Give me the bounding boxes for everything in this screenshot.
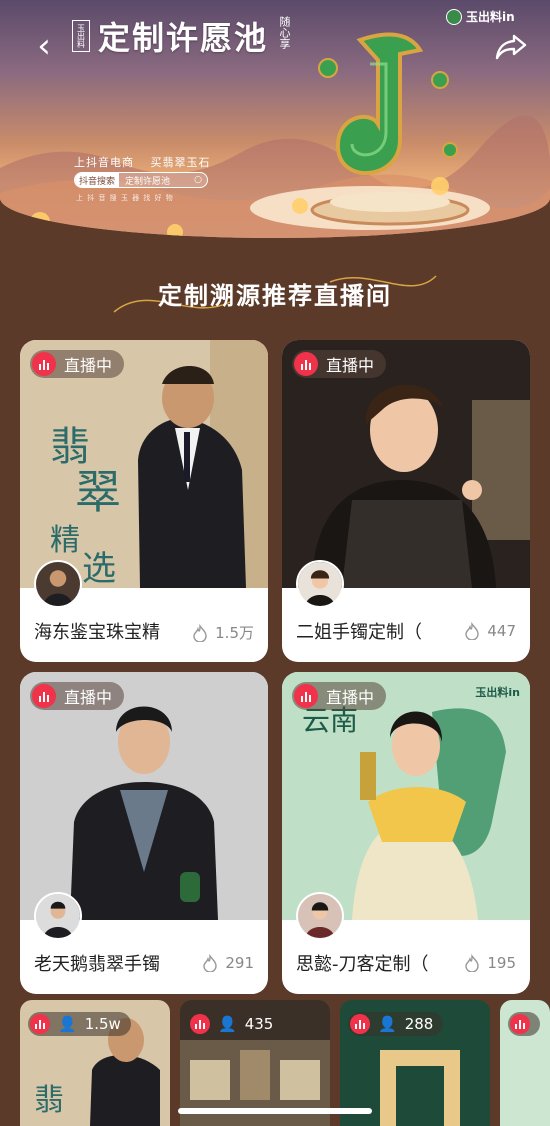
chevron-left-icon: ‹ bbox=[37, 26, 51, 66]
card-name: 老天鹅翡翠手镯 bbox=[34, 954, 160, 975]
live-badge: 直播中 bbox=[30, 682, 125, 710]
banner-title-text: 定制许愿池 bbox=[98, 19, 269, 57]
live-label: 直播中 bbox=[326, 356, 375, 375]
search-query: 定制许愿池 bbox=[125, 176, 171, 187]
card-likes: 447 bbox=[463, 622, 516, 640]
viewer-count: 288 bbox=[404, 1015, 434, 1033]
person-icon: 👤 bbox=[218, 1015, 237, 1033]
seal-logo: 玉出料 bbox=[72, 20, 90, 52]
flame-icon bbox=[465, 954, 480, 972]
card-name: 海东鉴宝珠宝精 bbox=[34, 622, 160, 643]
live-room-card[interactable]: 直播中 老天鹅翡翠手镯 291 bbox=[20, 672, 268, 994]
search-tag: 抖音搜索 bbox=[75, 173, 120, 187]
mini-live-card[interactable] bbox=[500, 1000, 550, 1126]
share-button[interactable] bbox=[494, 30, 528, 62]
viewer-badge: 👤 1.5w bbox=[28, 1012, 131, 1036]
banner-slogan: 上抖音电商 买翡翠玉石 bbox=[74, 154, 223, 170]
live-room-card[interactable]: 翡 翠 精 选 直播中 海东鉴宝珠宝精 1.5万 bbox=[20, 340, 268, 662]
back-button[interactable]: ‹ bbox=[30, 29, 58, 63]
home-indicator[interactable] bbox=[178, 1108, 372, 1114]
svg-text:翠: 翠 bbox=[75, 465, 121, 519]
svg-text:翡: 翡 bbox=[34, 1083, 64, 1118]
avatar[interactable] bbox=[296, 892, 344, 940]
card-name: 思懿-刀客定制（ bbox=[296, 954, 429, 975]
likes-count: 195 bbox=[487, 954, 516, 972]
section-title: 定制溯源推荐直播间 bbox=[158, 282, 392, 310]
live-bars-icon bbox=[32, 352, 56, 376]
viewer-count: 1.5w bbox=[84, 1015, 121, 1033]
jade-logo-sculpture bbox=[310, 32, 470, 226]
live-label: 直播中 bbox=[326, 688, 375, 707]
live-room-card[interactable]: 云南 直播中 玉出料in 思懿-刀客定制（ 195 bbox=[282, 672, 530, 994]
calligraphy-text: 翡 bbox=[50, 424, 90, 470]
slogan-left: 上抖音电商 bbox=[74, 156, 134, 169]
svg-text:精: 精 bbox=[50, 523, 80, 558]
search-icon: ○ bbox=[194, 175, 202, 185]
card-likes: 291 bbox=[201, 954, 254, 972]
likes-count: 447 bbox=[487, 622, 516, 640]
card-likes: 1.5万 bbox=[191, 622, 254, 643]
live-bars-icon bbox=[510, 1014, 530, 1034]
card-name: 二姐手镯定制（ bbox=[296, 622, 422, 643]
flame-icon bbox=[465, 622, 480, 640]
live-bars-icon bbox=[350, 1014, 370, 1034]
brand-name: 玉出料in bbox=[466, 10, 515, 24]
person-icon: 👤 bbox=[58, 1015, 77, 1033]
viewer-badge bbox=[508, 1012, 540, 1036]
banner-title: 玉出料 定制许愿池 随心享 bbox=[72, 14, 292, 58]
slogan-right: 买翡翠玉石 bbox=[150, 156, 211, 169]
flame-icon bbox=[203, 954, 218, 972]
live-bars-icon bbox=[294, 352, 318, 376]
brand-dot-icon bbox=[446, 8, 462, 25]
card-brand: 玉出料in bbox=[475, 686, 520, 699]
live-bars-icon bbox=[294, 684, 318, 708]
banner-search-box[interactable]: 抖音搜索 定制许愿池 ○ bbox=[74, 172, 208, 188]
viewer-badge: 👤 288 bbox=[348, 1012, 444, 1036]
card-likes: 195 bbox=[463, 954, 516, 972]
live-label: 直播中 bbox=[64, 688, 113, 707]
mini-live-card[interactable]: 翡 👤 1.5w bbox=[20, 1000, 170, 1126]
share-icon bbox=[495, 34, 527, 60]
viewer-badge: 👤 435 bbox=[188, 1012, 284, 1036]
flame-icon bbox=[193, 623, 207, 642]
likes-count: 1.5万 bbox=[215, 624, 254, 642]
person-icon: 👤 bbox=[378, 1015, 397, 1033]
live-bars-icon bbox=[32, 684, 56, 708]
live-label: 直播中 bbox=[64, 356, 113, 375]
live-badge: 直播中 bbox=[292, 682, 387, 710]
live-bars-icon bbox=[30, 1014, 50, 1034]
campaign-banner[interactable]: ‹ 玉出料 定制许愿池 随心享 玉出料in 上抖音电商 买翡翠玉石 抖音搜索 定… bbox=[0, 0, 550, 238]
banner-fine-print: 上 抖 音 搜 玉 器 找 好 物 bbox=[76, 194, 174, 202]
banner-subtitle: 随心享 bbox=[278, 16, 292, 49]
likes-count: 291 bbox=[225, 954, 254, 972]
live-badge: 直播中 bbox=[30, 350, 125, 378]
avatar[interactable] bbox=[34, 892, 82, 940]
avatar[interactable] bbox=[296, 560, 344, 608]
brand-logo: 玉出料in bbox=[446, 8, 515, 25]
avatar[interactable] bbox=[34, 560, 82, 608]
live-room-card[interactable]: 直播中 二姐手镯定制（ 447 bbox=[282, 340, 530, 662]
live-bars-icon bbox=[190, 1014, 210, 1034]
svg-text:选: 选 bbox=[82, 549, 116, 588]
viewer-count: 435 bbox=[244, 1015, 274, 1033]
live-badge: 直播中 bbox=[292, 350, 387, 378]
